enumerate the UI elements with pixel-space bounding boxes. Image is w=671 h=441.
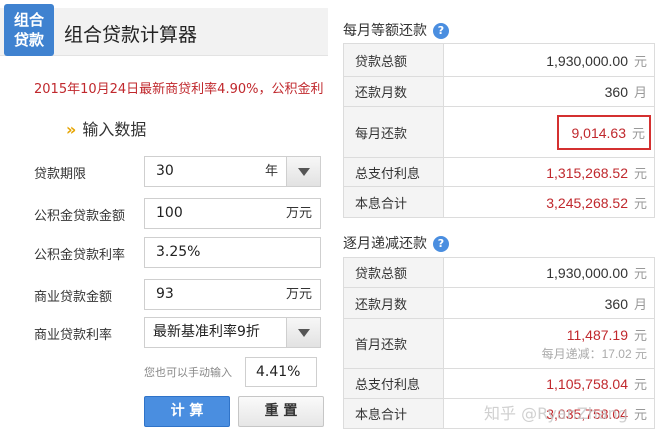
logo-line-1: 组合 xyxy=(13,11,44,29)
table-row: 总支付利息 1,105,758.04 元 xyxy=(343,368,655,399)
commercial-rate-label: 商业贷款利率 xyxy=(34,328,113,343)
monthly-payment-highlight: 9,014.63 元 xyxy=(557,114,651,150)
double-chevron-icon: » xyxy=(66,120,77,139)
row-label: 首月还款 xyxy=(343,318,444,369)
commercial-amount-label: 商业贷款金额 xyxy=(34,290,113,305)
help-icon[interactable]: ? xyxy=(433,236,449,252)
row-unit: 月 xyxy=(633,86,647,101)
row-value: 360 xyxy=(604,295,628,312)
table-row: 本息合计 3,245,268.52 元 xyxy=(343,186,655,218)
row-unit: 元 xyxy=(633,267,647,282)
watermark: 知乎 @RyanZhang xyxy=(484,404,628,423)
term-unit: 年 xyxy=(264,164,278,179)
reset-button[interactable]: 重 置 xyxy=(238,396,324,427)
calculate-button[interactable]: 计 算 xyxy=(144,396,230,427)
table-row: 首月还款 11,487.19 元每月递减：17.02 元 xyxy=(343,318,655,369)
rate-notice: 2015年10月24日最新商贷利率4.90%，公积金利 xyxy=(34,82,324,97)
row-label: 贷款总额 xyxy=(343,43,444,77)
row-unit: 元 xyxy=(633,329,647,344)
equal-payment-title-text: 每月等额还款 xyxy=(343,23,427,39)
monthly-decrease-note: 每月递减：17.02 元 xyxy=(541,347,647,361)
row-value: 1,930,000.00 xyxy=(546,52,628,69)
row-value: 360 xyxy=(604,84,628,100)
row-unit: 元 xyxy=(631,126,645,142)
section-title: 输入数据 xyxy=(82,120,147,139)
table-row: 还款月数 360 月 xyxy=(343,287,655,319)
row-unit: 元 xyxy=(633,196,647,212)
table-row: 贷款总额 1,930,000.00 元 xyxy=(343,257,655,288)
row-unit: 元 xyxy=(633,408,647,423)
table-row: 贷款总额 1,930,000.00 元 xyxy=(343,43,655,77)
fund-amount-value: 100 xyxy=(156,205,183,221)
row-value: 1,315,268.52 xyxy=(546,164,628,181)
row-unit: 月 xyxy=(633,297,647,313)
row-label: 还款月数 xyxy=(343,76,444,107)
input-panel: 组合贷款计算器 组合 贷款 2015年10月24日最新商贷利率4.90%，公积金… xyxy=(0,0,330,441)
row-label: 每月还款 xyxy=(343,106,444,158)
term-select[interactable]: 30 年 xyxy=(144,156,321,187)
page-title: 组合贷款计算器 xyxy=(64,24,198,46)
row-label: 贷款总额 xyxy=(343,257,444,288)
table-row: 总支付利息 1,315,268.52 元 xyxy=(343,157,655,187)
commercial-rate-select[interactable]: 最新基准利率9折 xyxy=(144,317,321,348)
row-value: 9,014.63 xyxy=(571,124,626,141)
row-label: 还款月数 xyxy=(343,287,444,319)
app-logo: 组合 贷款 xyxy=(4,4,54,56)
fund-rate-input[interactable]: 3.25% xyxy=(144,237,321,268)
term-label: 贷款期限 xyxy=(34,167,87,182)
commercial-rate-value: 最新基准利率9折 xyxy=(153,324,260,340)
fund-amount-label: 公积金贷款金额 xyxy=(34,209,126,224)
commercial-amount-value: 93 xyxy=(156,286,174,302)
manual-rate-input[interactable]: 4.41% xyxy=(245,357,317,387)
row-unit: 元 xyxy=(633,54,647,70)
help-icon[interactable]: ? xyxy=(433,23,449,39)
row-label: 总支付利息 xyxy=(343,368,444,399)
row-label: 总支付利息 xyxy=(343,157,444,187)
decreasing-payment-title: 逐月递减还款? xyxy=(343,233,449,253)
row-value: 3,245,268.52 xyxy=(546,194,628,211)
dropdown-arrow-icon[interactable] xyxy=(286,318,320,347)
term-value: 30 xyxy=(156,163,174,179)
table-row: 每月还款 9,014.63 元 xyxy=(343,106,655,158)
dropdown-arrow-icon[interactable] xyxy=(286,157,320,186)
table-row: 还款月数 360 月 xyxy=(343,76,655,107)
fund-rate-label: 公积金贷款利率 xyxy=(34,248,126,263)
fund-amount-input[interactable]: 100 万元 xyxy=(144,198,321,229)
row-value: 1,105,758.04 xyxy=(546,376,628,392)
row-unit: 元 xyxy=(633,378,647,393)
row-unit: 元 xyxy=(633,166,647,182)
fund-rate-value: 3.25% xyxy=(156,244,201,260)
equal-payment-table: 贷款总额 1,930,000.00 元 还款月数 360 月 每月还款 9,014.… xyxy=(343,43,655,218)
fund-amount-unit: 万元 xyxy=(285,206,312,221)
equal-payment-title: 每月等额还款? xyxy=(343,20,449,40)
row-label: 本息合计 xyxy=(343,398,444,429)
section-heading: » 输入数据 xyxy=(66,116,146,140)
logo-line-2: 贷款 xyxy=(13,31,44,49)
commercial-amount-unit: 万元 xyxy=(285,287,312,302)
row-value: 1,930,000.00 xyxy=(546,265,628,281)
row-label: 本息合计 xyxy=(343,186,444,218)
decreasing-payment-title-text: 逐月递减还款 xyxy=(343,236,427,252)
manual-input-hint: 您也可以手动输入 xyxy=(144,366,232,379)
row-value: 11,487.19 xyxy=(566,327,628,343)
commercial-amount-input[interactable]: 93 万元 xyxy=(144,279,321,310)
